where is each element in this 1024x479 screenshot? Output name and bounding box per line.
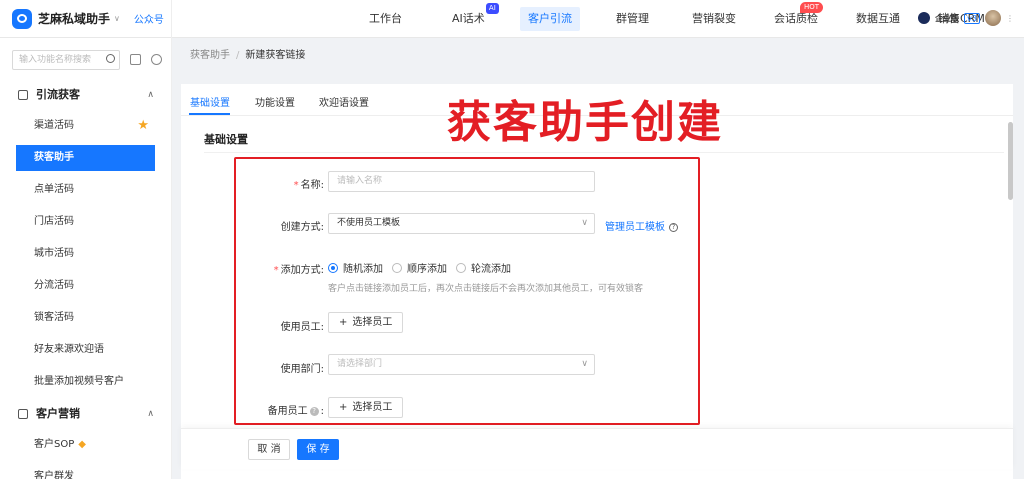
save-button[interactable]: 保 存 — [297, 439, 339, 460]
user-add-icon — [18, 90, 28, 100]
layout-icon[interactable] — [130, 54, 141, 65]
sidebar-item-city-code[interactable]: 城市活码 — [16, 241, 155, 267]
vip-diamond-icon: ◆ — [78, 439, 86, 450]
nav-marketing-fission[interactable]: 营销裂变 — [684, 7, 744, 31]
enterprise-icon — [918, 12, 931, 24]
form-footer: 取 消 保 存 — [181, 428, 1013, 469]
nav-more[interactable]: 更多 ∨ — [1018, 7, 1024, 31]
app-logo-icon — [12, 8, 32, 29]
sidebar-item-split-code[interactable]: 分流活码 — [16, 273, 155, 299]
breadcrumb: 获客助手 / 新建获客链接 — [190, 46, 305, 61]
nav-data-interop[interactable]: 数据互通 — [848, 7, 908, 31]
section-divider — [204, 152, 1004, 153]
top-right-area: 企业版 v3 ⋮ — [918, 10, 1014, 26]
chevron-down-icon[interactable]: ∨ — [114, 14, 120, 23]
nav-ai-script[interactable]: AI话术 AI — [444, 2, 499, 31]
ai-badge: AI — [485, 2, 499, 14]
chevron-up-icon: ∧ — [147, 409, 154, 419]
nav-group-management[interactable]: 群管理 — [608, 7, 657, 31]
breadcrumb-current: 新建获客链接 — [245, 50, 306, 61]
nav-session-qc[interactable]: 会话质检 HOT — [766, 1, 826, 31]
top-nav-bar: 芝麻私域助手 ∨ 公众号 工作台 AI话术 AI 客户引流 群管理 营销裂变 会话… — [0, 0, 1024, 38]
avatar[interactable] — [985, 10, 1001, 26]
history-icon[interactable] — [151, 54, 162, 65]
tab-basic-settings[interactable]: 基础设置 — [190, 94, 230, 109]
hot-badge: HOT — [800, 1, 824, 13]
sidebar-item-lock-code[interactable]: 锁客活码 — [16, 305, 155, 331]
sidebar-group-marketing[interactable]: 客户营销 ∧ — [0, 401, 171, 427]
tab-feature-settings[interactable]: 功能设置 — [255, 94, 295, 109]
sidebar-item-channel-code[interactable]: 渠道活码 ★ — [16, 113, 155, 139]
sidebar-item-batch-video-customers[interactable]: 批量添加视频号客户 — [16, 369, 155, 395]
sidebar-item-acquisition-assistant[interactable]: 获客助手 — [16, 145, 155, 171]
sidebar: 输入功能名称搜索 引流获客 ∧ 渠道活码 ★ 获客助手 点单活码 门店活码 城市活… — [0, 38, 172, 479]
scrollbar[interactable] — [1008, 122, 1013, 200]
breadcrumb-separator: / — [236, 50, 240, 61]
tab-welcome-settings[interactable]: 欢迎语设置 — [319, 94, 369, 109]
active-tab-indicator — [189, 113, 230, 115]
sidebar-group-acquisition[interactable]: 引流获客 ∧ — [0, 82, 171, 108]
sidebar-search-input[interactable]: 输入功能名称搜索 — [12, 50, 120, 70]
more-dots-icon[interactable]: ⋮ — [1006, 14, 1014, 23]
sidebar-item-customer-broadcast[interactable]: 客户群发 — [16, 464, 155, 479]
version-badge: v3 — [964, 12, 980, 24]
sidebar-item-order-code[interactable]: 点单活码 — [16, 177, 155, 203]
edition-label: 企业版 — [935, 13, 960, 23]
breadcrumb-parent[interactable]: 获客助手 — [190, 50, 230, 61]
calendar-icon — [18, 409, 28, 419]
nav-workbench[interactable]: 工作台 — [361, 7, 410, 31]
sidebar-item-source-welcome[interactable]: 好友来源欢迎语 — [16, 337, 155, 363]
brand-name[interactable]: 芝麻私域助手 — [38, 10, 110, 27]
nav-customer-acquisition[interactable]: 客户引流 — [520, 6, 580, 31]
chevron-up-icon: ∧ — [147, 90, 154, 100]
annotation-highlight-box — [234, 157, 700, 425]
search-icon — [106, 54, 115, 63]
section-title: 基础设置 — [204, 133, 248, 146]
brand-area: 芝麻私域助手 ∨ 公众号 — [0, 0, 172, 38]
annotation-title: 获客助手创建 — [447, 97, 723, 148]
sidebar-item-customer-sop[interactable]: 客户SOP ◆ — [16, 432, 155, 458]
official-account-link[interactable]: 公众号 — [134, 11, 164, 26]
sidebar-item-store-code[interactable]: 门店活码 — [16, 209, 155, 235]
star-icon[interactable]: ★ — [137, 113, 149, 139]
cancel-button[interactable]: 取 消 — [248, 439, 290, 460]
